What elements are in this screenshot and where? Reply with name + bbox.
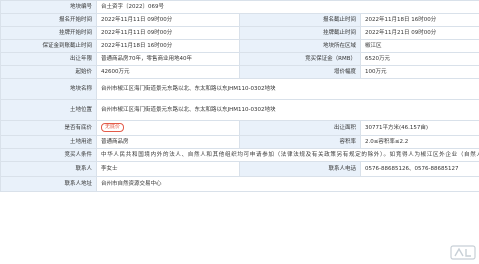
starting-price-label: 起始价: [0, 65, 97, 79]
plot-region-value: 椒江区: [360, 39, 479, 53]
land-use-label: 土地用途: [0, 135, 97, 149]
row-land-location: 土地位置 台州市椒江区海门街道景元东路以北、东太和路以东JHM110-0302地…: [0, 99, 479, 121]
row-plot-name: 地块名称 台州市椒江区海门街道景元东路以北、东太和路以东JHM110-0302地…: [0, 78, 479, 100]
land-location-value: 台州市椒江区海门街道景元东路以北、东太和路以东JHM110-0302地块: [96, 99, 479, 121]
transfer-area-value: 30771平方米(46.157亩): [360, 120, 479, 136]
bid-deposit-value: 6520万元: [360, 52, 479, 66]
deposit-deadline-value: 2022年11月18日 16时00分: [96, 39, 240, 53]
transfer-term-label: 出让年限: [0, 52, 97, 66]
contact-address-label: 联系人地址: [0, 176, 97, 192]
bid-deposit-label: 竞买保证金（RMB）: [239, 52, 361, 66]
plot-ratio-value: 2.0≤容积率≤2.2: [360, 135, 479, 149]
row-deposit-region: 保证金到账截止时间 2022年11月18日 16时00分 地块所在区域 椒江区: [0, 39, 479, 53]
starting-price-value: 42600万元: [96, 65, 240, 79]
registration-end-label: 报名截止时间: [239, 13, 361, 27]
row-contact: 联系人 李女士 联系人电话 0576-88685126、0576-8868512…: [0, 161, 479, 177]
row-price: 起始价 42600万元 增价幅度 100万元: [0, 65, 479, 79]
plot-number-value: 台土资字〔2022〕069号: [96, 0, 479, 14]
plot-name-label: 地块名称: [0, 78, 97, 100]
land-location-label: 土地位置: [0, 99, 97, 121]
row-reserve-area: 是否有底价 无底价 出让面积 30771平方米(46.157亩): [0, 120, 479, 136]
listing-end-value: 2022年11月21日 09时00分: [360, 26, 479, 40]
contact-person-value: 李女士: [96, 161, 240, 177]
land-use-value: 普通商品房: [96, 135, 240, 149]
row-bidder-conditions: 竞买人条件 中华人民共和国境内外的法人、自然人和其他组织均可申请参加（法律法规及…: [0, 148, 479, 162]
listing-start-value: 2022年11月11日 09时00分: [96, 26, 240, 40]
contact-person-label: 联系人: [0, 161, 97, 177]
row-contact-address: 联系人地址 台州市自然资源交易中心: [0, 176, 479, 192]
transfer-term-value: 普通商品房70年，零售商业用地40年: [96, 52, 240, 66]
contact-address-value: 台州市自然资源交易中心: [96, 176, 479, 192]
registration-start-value: 2022年11月11日 09时00分: [96, 13, 240, 27]
plot-name-value: 台州市椒江区海门街道景元东路以北、东太和路以东JHM110-0302地块: [96, 78, 479, 100]
bidder-conditions-value: 中华人民共和国境内外的法人、自然人和其他组织均可申请参加（法律法规及有关政策另有…: [96, 148, 479, 162]
registration-start-label: 报名开始时间: [0, 13, 97, 27]
plot-region-label: 地块所在区域: [239, 39, 361, 53]
reserve-price-label: 是否有底价: [0, 120, 97, 136]
plot-ratio-label: 容积率: [239, 135, 361, 149]
reserve-price-cell: 无底价: [96, 120, 240, 136]
contact-phone-value: 0576-88685126、0576-88685127: [360, 161, 479, 177]
listing-end-label: 挂牌截止时间: [239, 26, 361, 40]
listing-start-label: 挂牌开始时间: [0, 26, 97, 40]
contact-phone-label: 联系人电话: [239, 161, 361, 177]
transfer-area-label: 出让面积: [239, 120, 361, 136]
logo-watermark-icon: [450, 245, 476, 260]
row-plot-number: 地块编号 台土资字〔2022〕069号: [0, 0, 479, 14]
row-term-deposit: 出让年限 普通商品房70年，零售商业用地40年 竞买保证金（RMB） 6520万…: [0, 52, 479, 66]
no-reserve-price-badge: 无底价: [101, 123, 125, 132]
land-info-table: 地块编号 台土资字〔2022〕069号 报名开始时间 2022年11月11日 0…: [0, 0, 479, 192]
registration-end-value: 2022年11月18日 16时00分: [360, 13, 479, 27]
deposit-deadline-label: 保证金到账截止时间: [0, 39, 97, 53]
row-land-use: 土地用途 普通商品房 容积率 2.0≤容积率≤2.2: [0, 135, 479, 149]
plot-number-label: 地块编号: [0, 0, 97, 14]
price-increment-value: 100万元: [360, 65, 479, 79]
bidder-conditions-label: 竞买人条件: [0, 148, 97, 162]
row-listing-time: 挂牌开始时间 2022年11月11日 09时00分 挂牌截止时间 2022年11…: [0, 26, 479, 40]
row-registration-time: 报名开始时间 2022年11月11日 09时00分 报名截止时间 2022年11…: [0, 13, 479, 27]
price-increment-label: 增价幅度: [239, 65, 361, 79]
